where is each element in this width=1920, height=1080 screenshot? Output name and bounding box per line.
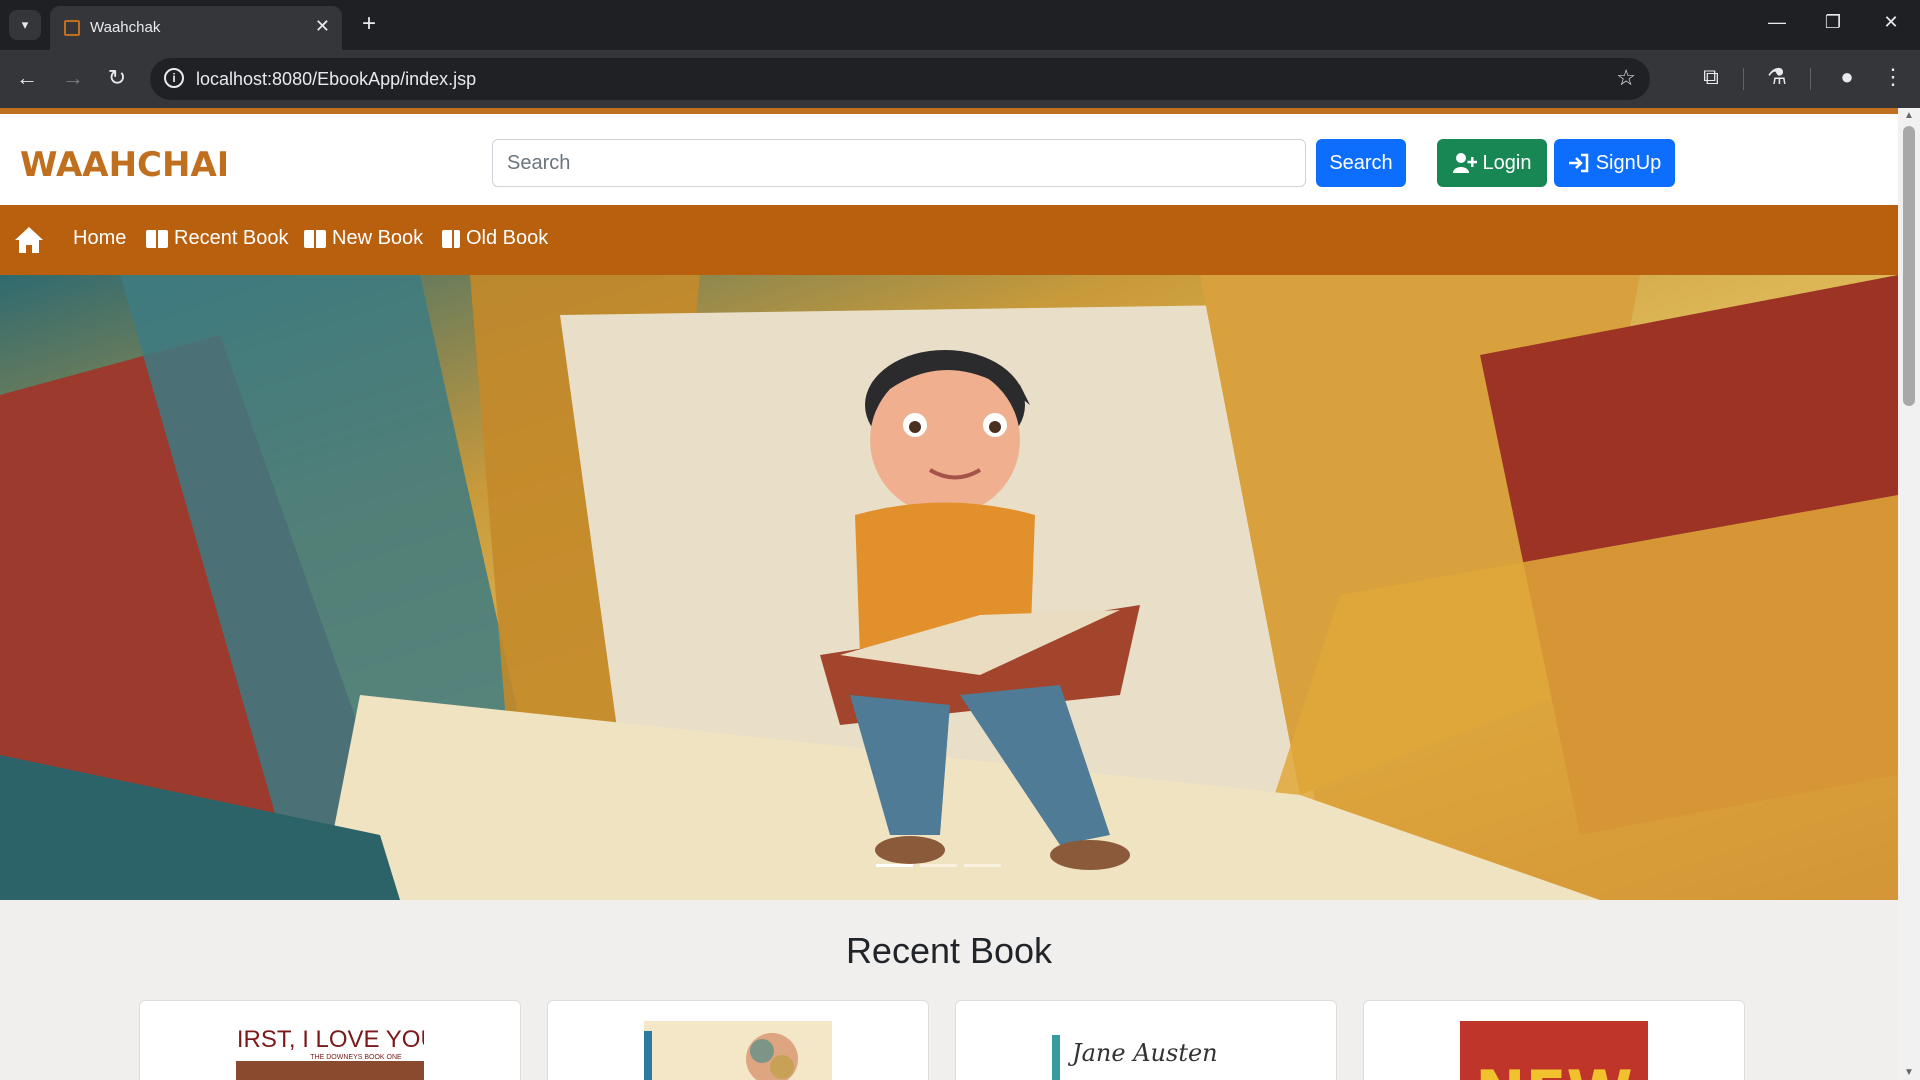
window-close-icon[interactable]: ✕ bbox=[1876, 12, 1906, 33]
site-logo[interactable]: WAAHCHAK bbox=[20, 142, 245, 195]
address-bar[interactable]: i localhost:8080/EbookApp/index.jsp ☆ bbox=[150, 58, 1650, 100]
page-scrollbar[interactable]: ▲ ▼ bbox=[1898, 108, 1920, 1080]
bookmark-star-icon[interactable]: ☆ bbox=[1616, 65, 1636, 91]
svg-text:THE DOWNEYS BOOK ONE: THE DOWNEYS BOOK ONE bbox=[310, 1054, 402, 1061]
nav-recent-label: Recent Book bbox=[174, 227, 289, 249]
carousel-indicator[interactable] bbox=[920, 864, 957, 867]
nav-recent-book[interactable]: Recent Book bbox=[146, 227, 289, 250]
nav-new-label: New Book bbox=[332, 227, 424, 249]
book-card[interactable] bbox=[547, 1000, 929, 1080]
svg-text:NEW: NEW bbox=[1475, 1058, 1632, 1080]
toolbar-divider bbox=[1810, 68, 1811, 90]
book-cover-art: NEW bbox=[1475, 1058, 1632, 1080]
restore-icon[interactable]: ❐ bbox=[1818, 12, 1848, 33]
book-card[interactable]: NEW bbox=[1363, 1000, 1745, 1080]
recent-book-heading: Recent Book bbox=[845, 930, 1053, 971]
book-cover-art bbox=[644, 1031, 798, 1080]
login-button[interactable]: Login bbox=[1437, 139, 1547, 187]
carousel-indicator[interactable] bbox=[876, 864, 913, 867]
scrollbar-thumb[interactable] bbox=[1903, 126, 1915, 406]
nav-new-book[interactable]: New Book bbox=[304, 227, 423, 250]
nav-old-label: Old Book bbox=[466, 227, 549, 249]
user-plus-icon bbox=[1452, 153, 1477, 173]
book-cover[interactable] bbox=[644, 1021, 832, 1080]
logo-wordmark: WAAHCHAK bbox=[20, 145, 245, 185]
hero-illustration bbox=[0, 275, 1898, 900]
scroll-up-icon[interactable]: ▲ bbox=[1904, 110, 1914, 121]
profile-icon[interactable]: ● bbox=[1832, 64, 1862, 90]
nav-home[interactable]: Home bbox=[73, 227, 126, 250]
favicon-icon bbox=[64, 20, 80, 36]
book-open-icon bbox=[304, 229, 326, 248]
book-card[interactable]: FIRST, I LOVE YOU THE DOWNEYS BOOK ONE bbox=[139, 1000, 521, 1080]
page-viewport: WAAHCHAK Search Login SignUp H bbox=[0, 108, 1898, 1080]
labs-flask-icon[interactable]: ⚗ bbox=[1762, 64, 1792, 90]
book-cover-art: FIRST, I LOVE YOU THE DOWNEYS BOOK ONE bbox=[236, 1026, 424, 1080]
minimize-icon[interactable]: — bbox=[1762, 12, 1792, 33]
tab-search-dropdown[interactable]: ▾ bbox=[9, 10, 41, 40]
book-cover[interactable]: NEW bbox=[1460, 1021, 1648, 1080]
browser-tab[interactable]: Waahchak ✕ bbox=[50, 6, 342, 50]
tab-close-icon[interactable]: ✕ bbox=[315, 16, 330, 37]
main-navbar: Home Recent Book New Book Old Book bbox=[0, 205, 1898, 275]
reload-icon[interactable]: ↻ bbox=[100, 62, 134, 96]
extensions-icon[interactable]: ⧉ bbox=[1696, 64, 1726, 90]
carousel-indicator[interactable] bbox=[964, 864, 1001, 867]
hero-carousel[interactable] bbox=[0, 275, 1898, 900]
forward-icon[interactable]: → bbox=[56, 62, 90, 96]
home-icon[interactable] bbox=[14, 226, 44, 254]
signup-label: SignUp bbox=[1595, 151, 1662, 174]
svg-text:FIRST, I LOVE YOU: FIRST, I LOVE YOU bbox=[236, 1026, 424, 1053]
book-cover[interactable]: Jane Austen bbox=[1052, 1021, 1240, 1080]
login-label: Login bbox=[1482, 151, 1532, 174]
book-open-icon bbox=[146, 229, 168, 248]
site-header: WAAHCHAK Search Login SignUp bbox=[0, 114, 1898, 205]
scroll-down-icon[interactable]: ▼ bbox=[1904, 1067, 1914, 1078]
logo-text: WAAHCHAK bbox=[20, 145, 226, 185]
site-info-icon[interactable]: i bbox=[164, 68, 184, 88]
sign-in-icon bbox=[1568, 153, 1588, 173]
search-button[interactable]: Search bbox=[1316, 139, 1406, 187]
toolbar-divider bbox=[1743, 68, 1744, 90]
menu-kebab-icon[interactable]: ⋮ bbox=[1878, 64, 1908, 90]
tab-title: Waahchak bbox=[90, 19, 161, 36]
back-icon[interactable]: ← bbox=[10, 62, 44, 96]
url-text[interactable]: localhost:8080/EbookApp/index.jsp bbox=[196, 69, 476, 90]
browser-tab-bar: ▾ Waahchak ✕ + — ❐ ✕ bbox=[0, 0, 1920, 50]
new-tab-button[interactable]: + bbox=[354, 10, 384, 40]
svg-text:Jane Austen: Jane Austen bbox=[1067, 1039, 1218, 1067]
book-cover-art: Jane Austen bbox=[1052, 1035, 1218, 1080]
search-input[interactable] bbox=[492, 139, 1306, 187]
nav-old-book[interactable]: Old Book bbox=[442, 227, 548, 250]
book-cover[interactable]: FIRST, I LOVE YOU THE DOWNEYS BOOK ONE bbox=[236, 1021, 424, 1080]
nav-home-label: Home bbox=[73, 227, 127, 249]
book-icon bbox=[442, 229, 460, 248]
browser-toolbar: ← → ↻ i localhost:8080/EbookApp/index.js… bbox=[0, 50, 1920, 108]
book-card[interactable]: Jane Austen bbox=[955, 1000, 1337, 1080]
signup-button[interactable]: SignUp bbox=[1554, 139, 1675, 187]
